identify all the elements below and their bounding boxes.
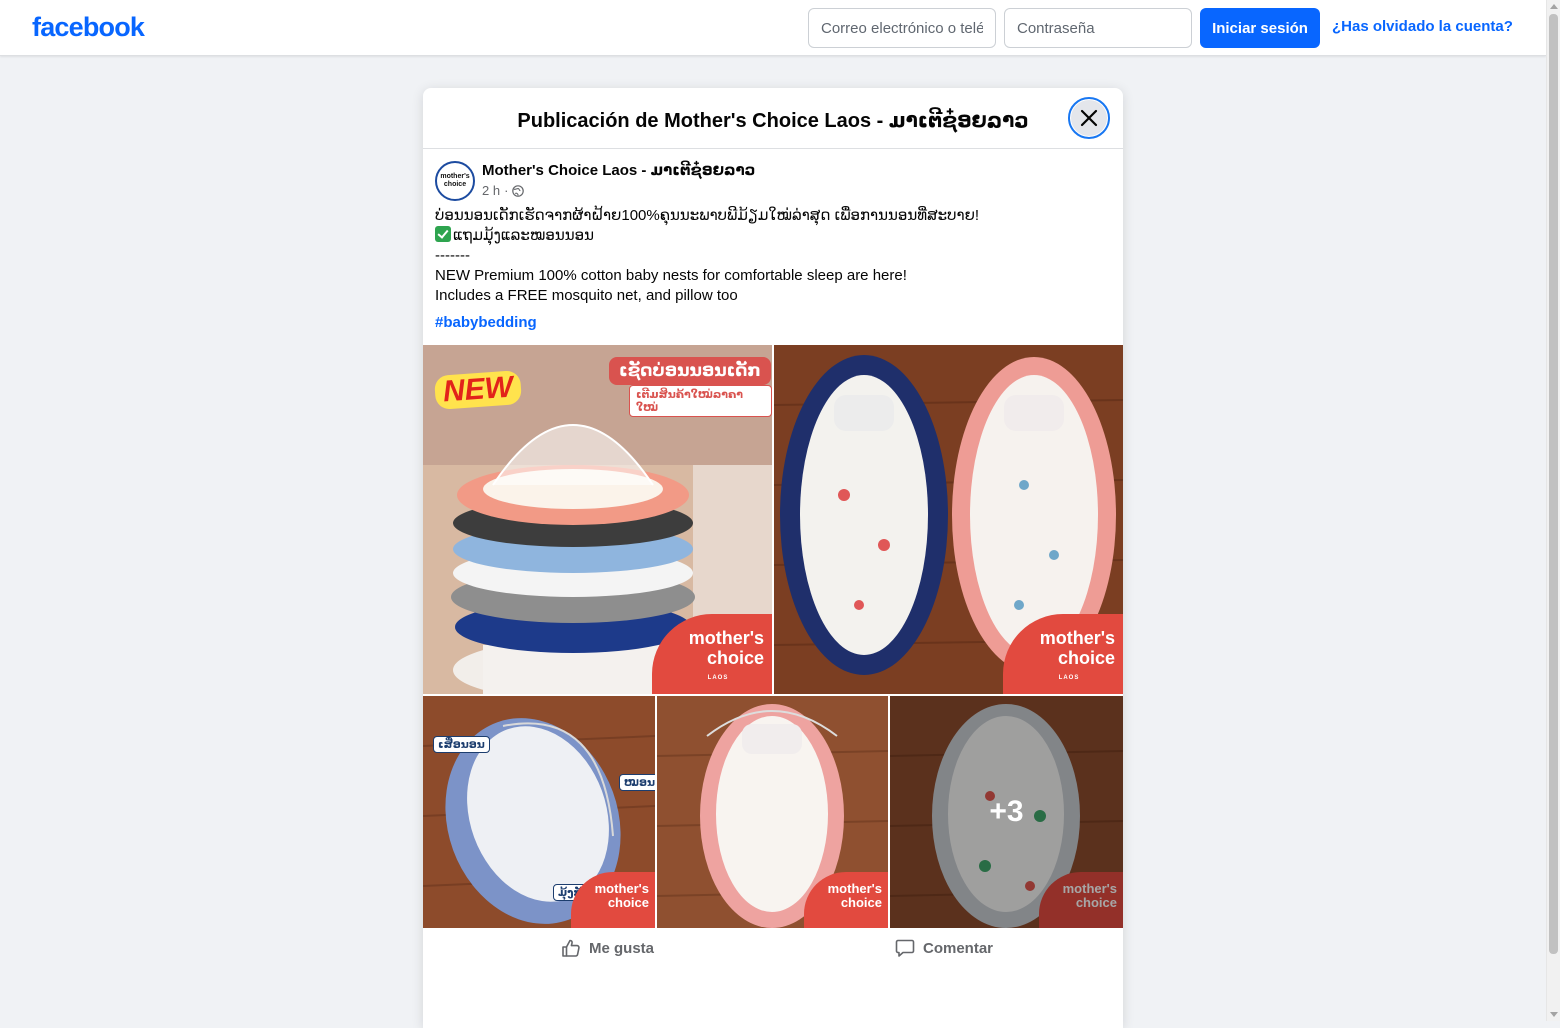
like-label: Me gusta: [589, 939, 655, 957]
page-avatar[interactable]: mother's choice: [435, 161, 475, 201]
globe-icon: [512, 184, 525, 197]
more-photos-count: +3: [989, 795, 1024, 828]
new-badge: NEW: [433, 370, 523, 410]
avatar-logo-text: mother's choice: [440, 173, 470, 188]
post-metadata: 2 h ·: [482, 183, 525, 198]
close-icon: [1080, 109, 1098, 127]
brand-sub: LAOS: [1058, 675, 1080, 681]
post-photo-4[interactable]: mother's choice: [657, 696, 888, 928]
facebook-logo[interactable]: facebook: [32, 12, 145, 43]
check-mark-icon: [435, 226, 451, 242]
login-button[interactable]: Iniciar sesión: [1200, 8, 1320, 48]
post-author-name[interactable]: Mother's Choice Laos - ມາເຕີຊ໋ອຍລາວ: [482, 161, 755, 179]
page-scrollbar[interactable]: [1546, 0, 1560, 1021]
promo-title-badge: ເຊັດບ່ອນນອນເດັກ: [609, 357, 771, 385]
scrollbar-thumb[interactable]: [1549, 14, 1558, 954]
comment-bubble-icon: [895, 939, 915, 957]
brand-line-1: mother's: [688, 628, 764, 648]
password-input[interactable]: [1004, 8, 1192, 48]
post-photo-2[interactable]: mother's choice LAOS: [774, 345, 1123, 694]
brand-sub: LAOS: [707, 675, 729, 681]
scroll-down-arrow-icon[interactable]: [1550, 1012, 1558, 1017]
brand-line-1: mother's: [827, 881, 882, 896]
dialog-title: Publicación de Mother's Choice Laos - ມາ…: [517, 110, 1029, 132]
post-text-line: ແຖມມຸ້ງແລະໝອນນອນ: [453, 227, 594, 244]
brand-line-1: mother's: [1039, 628, 1115, 648]
more-photos-overlay[interactable]: +3: [890, 696, 1123, 928]
like-button[interactable]: Me gusta: [555, 930, 660, 966]
close-dialog-button[interactable]: [1068, 97, 1110, 139]
email-or-phone-input[interactable]: [808, 8, 996, 48]
post-timestamp[interactable]: 2 h: [482, 183, 500, 198]
brand-line-2: choice: [1057, 648, 1115, 668]
post-text-line: Includes a FREE mosquito net, and pillow…: [435, 287, 738, 304]
post-dialog: Publicación de Mother's Choice Laos - ມາ…: [423, 88, 1123, 1028]
meta-separator: ·: [504, 183, 509, 198]
hashtag-link[interactable]: #babybedding: [435, 314, 537, 331]
dialog-header: Publicación de Mother's Choice Laos - ມາ…: [423, 88, 1123, 149]
brand-line-2: choice: [706, 648, 764, 668]
post-text-line-with-check: ແຖມມຸ້ງແລະໝອນນອນ: [435, 226, 1111, 246]
post-photo-5-more[interactable]: mother's choice +3: [890, 696, 1123, 928]
sleeping-mat-tag: ເສື່ອນອນ: [433, 736, 490, 753]
pillow-tag: ໝອນ: [619, 774, 655, 791]
post-action-bar: Me gusta Comentar: [423, 930, 1123, 966]
post-photo-3[interactable]: ເສື່ອນອນ ໝອນ ມຸ້ງກັນຍຸງ mother's choice: [423, 696, 655, 928]
brand-line-2: choice: [840, 895, 882, 910]
top-navigation-bar: facebook Iniciar sesión ¿Has olvidado la…: [0, 0, 1546, 56]
post-photo-1[interactable]: NEW ເຊັດບ່ອນນອນເດັກ ເຕີມສິນຄ້າໃໝ່ລາຄາໃໝ່…: [423, 345, 772, 694]
forgot-account-link[interactable]: ¿Has olvidado la cuenta?: [1332, 18, 1513, 35]
brand-line-1: mother's: [594, 881, 649, 896]
promo-subtitle-badge: ເຕີມສິນຄ້າໃໝ່ລາຄາໃໝ່: [629, 385, 772, 417]
thumbs-up-icon: [562, 939, 580, 957]
brand-line-2: choice: [607, 895, 649, 910]
post-text-line: NEW Premium 100% cotton baby nests for c…: [435, 267, 907, 284]
post-text: ບ່ອນນອນເດັກເຮັດຈາກຜ້າຝ້າຍ100%ຄຸນນະພາບພີມ…: [435, 206, 1111, 306]
scroll-up-arrow-icon[interactable]: [1550, 4, 1558, 9]
post-text-line: ບ່ອນນອນເດັກເຮັດຈາກຜ້າຝ້າຍ100%ຄຸນນະພາບພີມ…: [435, 207, 980, 224]
post-text-line: -------: [435, 247, 470, 264]
comment-button[interactable]: Comentar: [889, 930, 999, 966]
comment-label: Comentar: [923, 939, 994, 957]
